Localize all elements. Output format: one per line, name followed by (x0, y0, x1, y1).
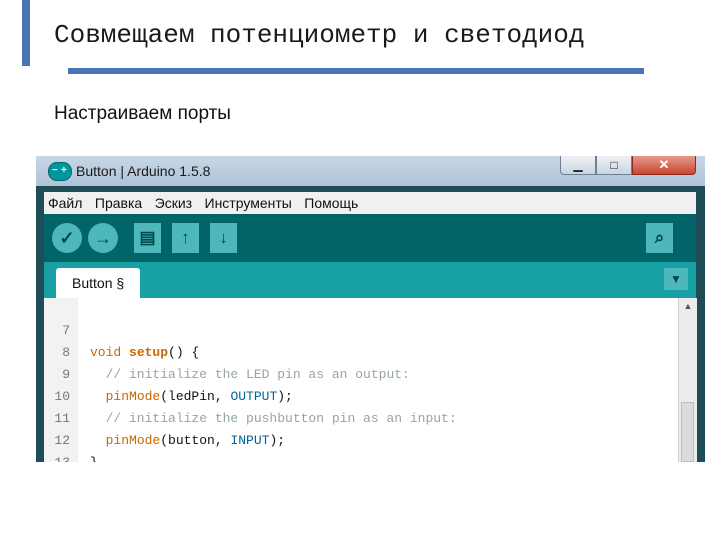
code-line: 12 } (44, 408, 97, 462)
code-args: (button, (160, 433, 231, 448)
function-pinmode: pinMode (105, 433, 161, 448)
minimize-button[interactable]: ▁ (560, 156, 596, 175)
code-line: 11 pinMode(button, INPUT); (44, 386, 285, 448)
minimize-icon: ▁ (573, 158, 583, 172)
close-icon: ✕ (658, 157, 670, 172)
arduino-window: − + Button | Arduino 1.5.8 ▁ □ ✕ Файл Пра… (36, 156, 705, 462)
serial-monitor-button[interactable]: ⌕ (646, 223, 673, 253)
maximize-icon: □ (610, 158, 618, 172)
code-comment: // initialize the LED pin as an output: (90, 367, 410, 382)
close-button[interactable]: ✕ (632, 156, 696, 175)
constant-output: OUTPUT (230, 389, 278, 404)
upload-button[interactable]: → (88, 223, 118, 253)
code-text: } (90, 452, 98, 462)
title-underline (68, 68, 644, 74)
function-setup: setup (129, 345, 169, 360)
vertical-scrollbar[interactable]: ▲ (678, 298, 697, 462)
constant-input: INPUT (230, 433, 270, 448)
window-title: Button | Arduino 1.5.8 (76, 163, 211, 179)
menu-edit[interactable]: Правка (91, 192, 146, 211)
arduino-logo-icon: − + (48, 162, 72, 181)
magnifier-icon: ⌕ (654, 228, 665, 247)
code-line: 13 (44, 430, 91, 462)
tab-bar: Button § ▼ (44, 262, 696, 298)
code-text: void setup() { (90, 342, 199, 364)
tab-button-sketch[interactable]: Button § (56, 268, 140, 298)
keyword-void: void (90, 345, 122, 360)
arrow-down-icon: ↓ (219, 228, 228, 247)
code-args: (ledPin, (160, 389, 231, 404)
tab-label: Button § (72, 275, 125, 291)
slide-subtitle: Настраиваем порты (54, 103, 231, 124)
menu-bar: Файл Правка Эскиз Инструменты Помощь (44, 192, 696, 215)
window-titlebar[interactable]: − + Button | Arduino 1.5.8 ▁ □ ✕ (36, 156, 705, 186)
code-close: ); (269, 433, 286, 448)
function-pinmode: pinMode (105, 389, 161, 404)
accent-bar (22, 0, 30, 66)
verify-button[interactable]: ✓ (52, 223, 82, 253)
code-text: pinMode(ledPin, OUTPUT); (90, 386, 293, 408)
menu-tools[interactable]: Инструменты (201, 192, 296, 211)
menu-file[interactable]: Файл (44, 192, 86, 211)
line-number: 13 (44, 452, 70, 462)
triangle-down-icon: ▼ (670, 272, 682, 286)
arrow-right-icon: → (94, 228, 112, 248)
menu-help[interactable]: Помощь (300, 192, 362, 211)
code-line: 10 // initialize the pushbutton pin as a… (44, 364, 456, 426)
tab-menu-button[interactable]: ▼ (664, 268, 688, 290)
toolbar: ✓ → ▤ ↑ ↓ ⌕ (44, 214, 696, 262)
new-sketch-button[interactable]: ▤ (134, 223, 161, 253)
scroll-up-arrow-icon[interactable]: ▲ (682, 300, 694, 312)
maximize-button[interactable]: □ (596, 156, 632, 175)
new-file-icon: ▤ (139, 228, 156, 247)
code-editor[interactable]: 7 void setup() { 8 // initialize the LED… (44, 298, 696, 462)
code-rest: () { (168, 345, 200, 360)
checkmark-icon: ✓ (59, 228, 75, 248)
code-line: 7 void setup() { (44, 298, 199, 360)
menu-sketch[interactable]: Эскиз (151, 192, 196, 211)
code-comment: // initialize the pushbutton pin as an i… (90, 411, 457, 426)
code-text: pinMode(button, INPUT); (90, 430, 285, 452)
code-close: ); (277, 389, 293, 404)
save-sketch-button[interactable]: ↓ (210, 223, 237, 253)
open-sketch-button[interactable]: ↑ (172, 223, 199, 253)
slide-title: Совмещаем потенциометр и светодиод (54, 20, 585, 50)
code-line: 9 pinMode(ledPin, OUTPUT); (44, 342, 293, 404)
arrow-up-icon: ↑ (181, 228, 190, 247)
scroll-thumb[interactable] (681, 402, 694, 462)
code-line: 8 // initialize the LED pin as an output… (44, 320, 410, 382)
